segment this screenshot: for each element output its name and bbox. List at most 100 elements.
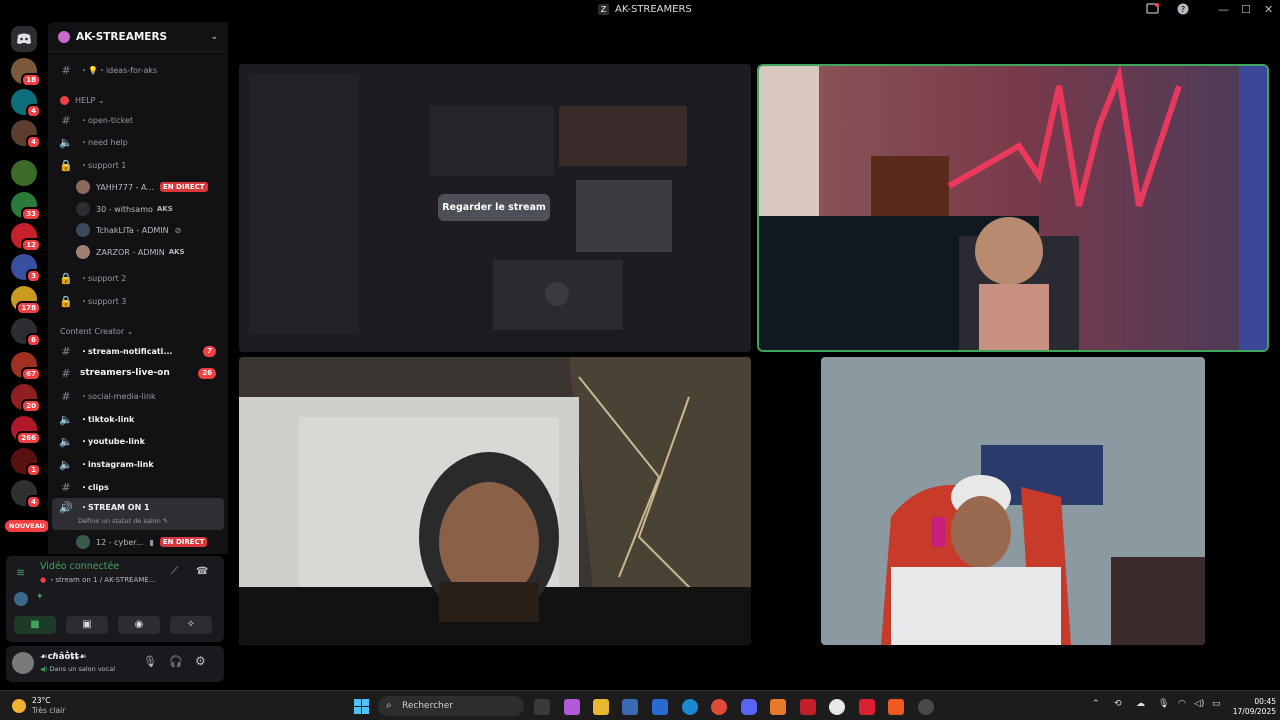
headphones-icon[interactable]: 🎧 <box>169 655 183 668</box>
window-title: Z AK-STREAMERS <box>598 4 692 15</box>
weather-sun-icon[interactable] <box>12 699 26 713</box>
onedrive-icon[interactable]: ☁ <box>1136 699 1145 709</box>
category-help[interactable]: HELP ⌄ <box>48 90 228 110</box>
guild-header[interactable]: AK-STREAMERS ⌄ <box>48 22 228 52</box>
server-icon-elite[interactable]: 4 <box>11 480 41 509</box>
channel-clips[interactable]: # ・clips <box>48 477 228 497</box>
app-icon-red[interactable] <box>800 699 816 715</box>
webcam-feed-bedroom <box>239 357 751 645</box>
brave-icon[interactable] <box>888 699 904 715</box>
disconnect-icon[interactable]: ☎ <box>196 566 208 577</box>
channel-instagram-link[interactable]: 🔈 ・instagram-link <box>48 454 228 474</box>
server-icon-macro[interactable]: 18 <box>11 58 41 87</box>
soundboard-button[interactable]: ✧ <box>170 616 212 634</box>
discord-window: Z AK-STREAMERS ? — ☐ ✕ 18 4 4 33 12 3 17… <box>0 0 1280 720</box>
channel-need-help[interactable]: 🔈 ・need help <box>48 132 228 152</box>
server-icon-x[interactable]: 20 <box>11 384 41 413</box>
battery-icon[interactable]: ▭ <box>1212 699 1221 709</box>
member-zarzor[interactable]: ZARZOR - ADMIN AKS <box>76 243 226 261</box>
camera-button[interactable]: ■ <box>14 616 56 634</box>
watch-stream-button[interactable]: Regarder le stream <box>438 194 550 221</box>
task-view-icon[interactable] <box>534 699 550 715</box>
app-icon-w[interactable] <box>859 699 875 715</box>
server-icon-best-friends[interactable] <box>11 160 37 186</box>
close-icon[interactable]: ✕ <box>1264 3 1273 16</box>
noise-suppression-icon[interactable]: ⟋ <box>171 566 178 577</box>
channel-social-media-link[interactable]: # ・social-media-link <box>48 386 228 406</box>
maximize-icon[interactable]: ☐ <box>1241 3 1251 16</box>
guild-icon <box>58 30 70 43</box>
speaker-icon: 🔈 <box>59 434 73 448</box>
member-cyber[interactable]: 12 - cyber... ▮ EN DIRECT <box>76 533 226 551</box>
windows-start-icon[interactable] <box>354 699 369 714</box>
edge-icon[interactable] <box>682 699 698 715</box>
server-icon-red-rivers[interactable]: 1 <box>11 448 41 477</box>
channel-status[interactable]: Définir un statut de salon ✎ <box>78 517 168 525</box>
copilot-icon[interactable] <box>564 699 580 715</box>
channel-youtube-link[interactable]: 🔈 ・youtube-link <box>48 431 228 451</box>
channel-support-1[interactable]: 🔒 ・support 1 <box>48 155 228 175</box>
server-icon-macro-2[interactable]: 4 <box>11 120 41 149</box>
help-icon[interactable]: ? <box>1177 3 1189 18</box>
server-icon-mastery[interactable]: 67 <box>11 352 41 381</box>
chrome-icon[interactable] <box>711 699 727 715</box>
activities-button[interactable]: ◉ <box>118 616 160 634</box>
wifi-icon[interactable]: ◠ <box>1178 699 1186 709</box>
taskbar-clock[interactable]: 00:45 17/09/2025 <box>1230 697 1276 717</box>
server-icon-green[interactable]: 33 <box>11 192 41 221</box>
server-tag: AKS <box>168 248 185 256</box>
server-icon-red[interactable]: 12 <box>11 223 41 252</box>
server-icon-crown[interactable]: 178 <box>11 286 41 315</box>
video-tile-3[interactable] <box>821 357 1205 645</box>
category-content-creator[interactable]: Content Creator ⌄ <box>48 321 228 341</box>
member-tchaklita[interactable]: TchakLITa - ADMIN ⊘ <box>76 221 226 239</box>
channel-streamers-live-on[interactable]: # streamers-live-on 26 <box>48 363 228 383</box>
server-icon-isl[interactable]: 266 <box>11 416 41 445</box>
file-explorer-icon[interactable] <box>593 699 609 715</box>
taskbar-search[interactable]: ⌕ Rechercher <box>378 696 524 716</box>
obs-icon[interactable] <box>829 699 845 715</box>
channel-stream-on-1[interactable]: 🔊 ・STREAM ON 1 <box>48 500 228 514</box>
window-title-text: AK-STREAMERS <box>615 4 692 15</box>
app-icon-a[interactable] <box>770 699 786 715</box>
channel-support-2[interactable]: 🔒 ・support 2 <box>48 268 228 288</box>
user-avatar[interactable] <box>12 652 34 674</box>
photos-icon[interactable] <box>622 699 638 715</box>
participant-avatar[interactable] <box>14 592 28 606</box>
store-icon[interactable] <box>652 699 668 715</box>
server-icon-blue[interactable]: 3 <box>11 254 41 283</box>
app-icon-circle[interactable] <box>918 699 934 715</box>
unread-count: 7 <box>203 345 216 357</box>
speaker-icon: 🔈 <box>59 412 73 426</box>
microphone-icon[interactable]: 🎙 <box>143 655 157 668</box>
video-tile-speaking[interactable] <box>757 64 1269 352</box>
minimize-icon[interactable]: — <box>1218 3 1229 16</box>
channel-support-3[interactable]: 🔒 ・support 3 <box>48 291 228 311</box>
channel-stream-notifications[interactable]: # ・stream-notificati... 7 <box>48 341 228 361</box>
microphone-tray-icon[interactable]: 🎙 <box>1158 699 1169 709</box>
volume-icon[interactable]: ◁) <box>1194 699 1204 709</box>
member-withsamo[interactable]: 30 - withsamo AKS <box>76 200 226 218</box>
channel-tiktok-link[interactable]: 🔈 ・tiktok-link <box>48 409 228 429</box>
new-badge[interactable]: NOUVEAU <box>5 520 49 532</box>
discord-icon[interactable] <box>741 699 757 715</box>
user-panel: ☙cℏâṑȶȶ☙ ◀) Dans un salon vocal 🎙 🎧 ⚙ <box>6 646 224 682</box>
screen-share-button[interactable]: ▣ <box>66 616 108 634</box>
server-icon-l[interactable]: 4 <box>11 89 41 118</box>
activity-icon[interactable]: ✦ <box>36 592 44 602</box>
direct-messages-icon[interactable] <box>11 26 37 52</box>
channel-open-ticket[interactable]: # ・open-ticket <box>48 110 228 130</box>
inbox-icon[interactable] <box>1146 2 1160 18</box>
weather-widget[interactable]: 23°C Très clair <box>32 696 65 716</box>
avatar <box>76 223 90 237</box>
video-tile-2[interactable] <box>239 357 751 645</box>
chevron-up-icon[interactable]: ⌃ <box>1092 699 1100 709</box>
channel-ideas-for-aks[interactable]: # ・💡・ideas-for-aks <box>48 60 228 80</box>
voice-channel-link[interactable]: ● ・stream on 1 / AK-STREAME... <box>40 575 155 585</box>
member-yahh777[interactable]: YAHH777 - A... EN DIRECT <box>76 178 226 196</box>
connection-signal-icon[interactable]: ≋ <box>16 566 25 579</box>
server-icon-voice[interactable]: 6 <box>11 318 41 347</box>
stream-preview-tile[interactable]: Regarder le stream <box>239 64 751 352</box>
tray-app-icon[interactable]: ⟲ <box>1114 699 1122 709</box>
settings-gear-icon[interactable]: ⚙ <box>195 654 206 668</box>
